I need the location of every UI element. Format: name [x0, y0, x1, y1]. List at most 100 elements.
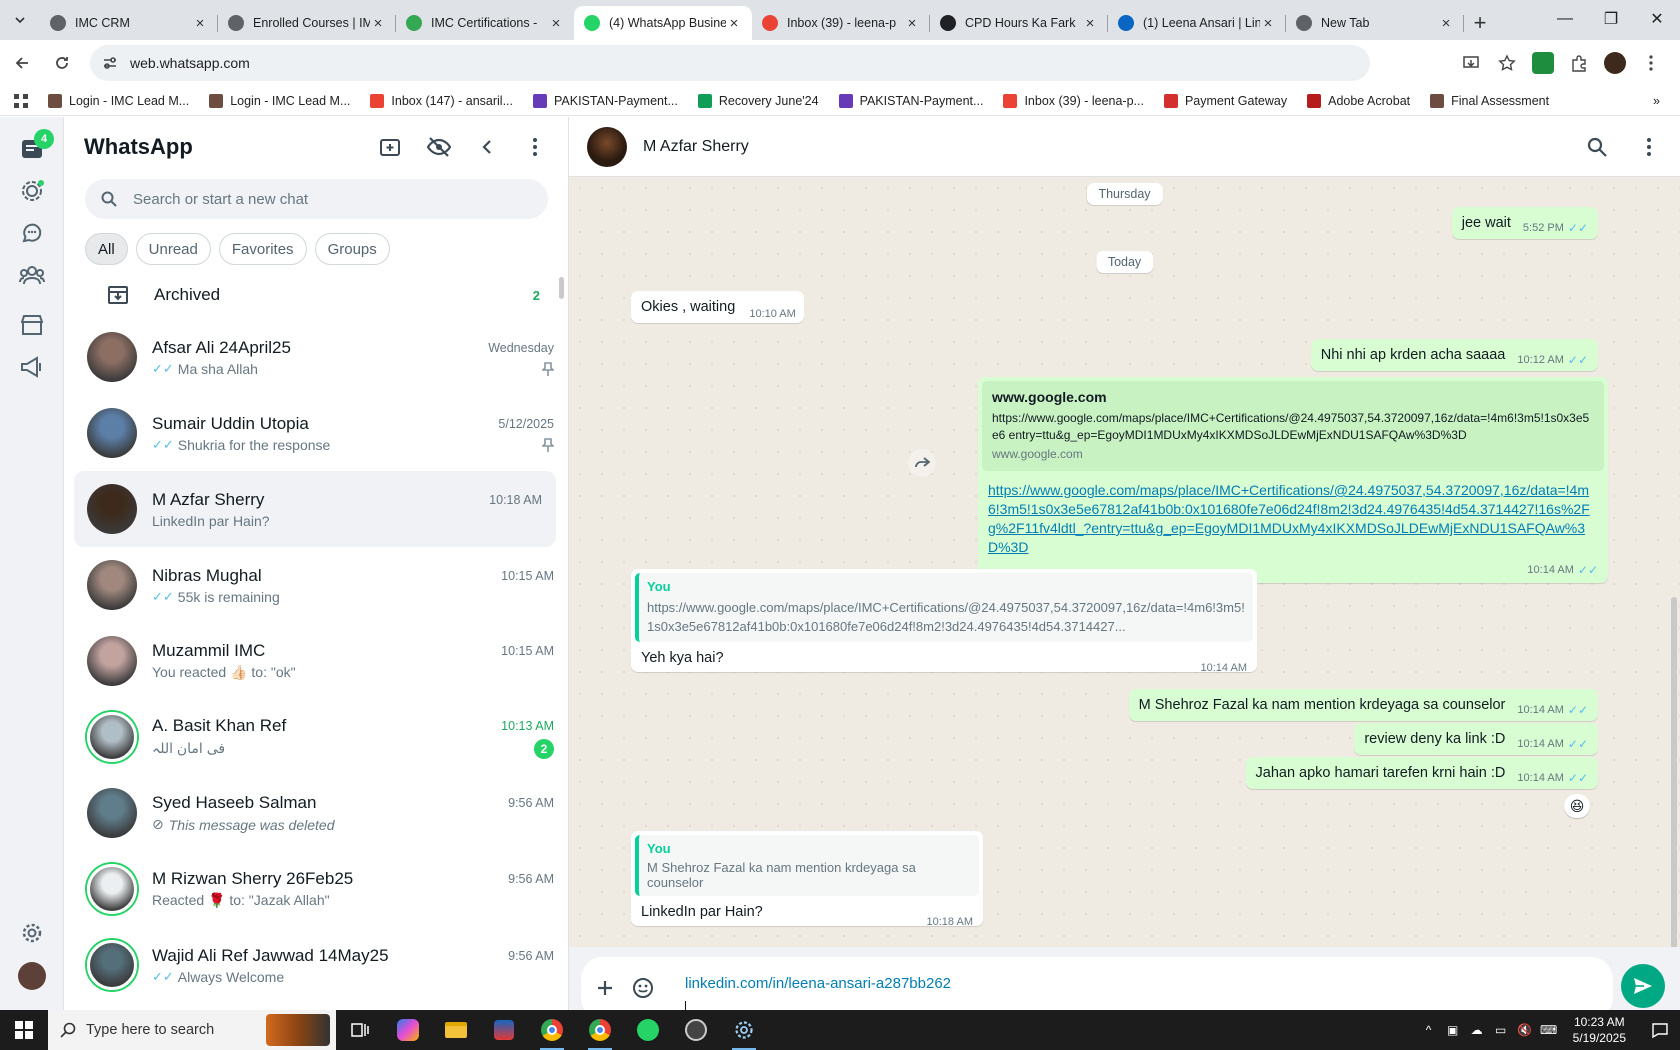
new-chat-icon[interactable] [378, 134, 404, 160]
chat-avatar[interactable] [87, 788, 137, 838]
status-icon[interactable] [18, 177, 46, 205]
quoted-message[interactable]: You M Shehroz Fazal ka nam mention krdey… [635, 835, 979, 896]
message-bubble-outgoing[interactable]: Nhi nhi ap krden acha saaaa 10:12 AM ✓✓ [1310, 339, 1598, 371]
conversation-header[interactable]: M Azfar Sherry [569, 117, 1680, 177]
task-view-icon[interactable] [336, 1010, 384, 1050]
address-bar[interactable]: web.whatsapp.com [90, 45, 1370, 81]
chat-list-item[interactable]: Wajid Ali Ref Jawwad 14May25 9:56 AM ✓✓ Alw… [64, 927, 568, 1003]
browser-tab[interactable]: (1) Leena Ansari | Lin × [1108, 6, 1286, 40]
meet-now-icon[interactable]: ▣ [1441, 1023, 1465, 1037]
tab-close-icon[interactable]: × [548, 15, 564, 32]
bookmark-item[interactable]: Adobe Acrobat [1307, 93, 1410, 108]
bookmark-item[interactable]: PAKISTAN-Payment... [838, 93, 983, 108]
bookmark-item[interactable]: Login - IMC Lead M... [48, 93, 189, 108]
message-bubble-outgoing[interactable]: M Shehroz Fazal ka nam mention krdeyaga … [1128, 689, 1598, 721]
filter-all[interactable]: All [85, 233, 128, 265]
message-reaction[interactable]: 😆 [1564, 794, 1590, 818]
minimize-button[interactable]: — [1542, 0, 1588, 38]
privacy-eye-off-icon[interactable] [426, 134, 452, 160]
onedrive-cloud-icon[interactable]: ☁ [1465, 1023, 1489, 1037]
search-messages-icon[interactable] [1584, 134, 1610, 160]
send-button[interactable] [1621, 964, 1665, 1008]
tab-close-icon[interactable]: × [1082, 15, 1098, 32]
close-window-button[interactable]: ✕ [1634, 0, 1680, 38]
tab-search-button[interactable] [0, 0, 40, 40]
apps-grid-icon[interactable] [14, 93, 28, 108]
copilot-icon[interactable] [384, 1010, 432, 1050]
broadcast-megaphone-icon[interactable] [18, 353, 46, 381]
browser-tab[interactable]: IMC CRM × [40, 6, 218, 40]
pinned-app-icon[interactable] [480, 1010, 528, 1050]
chat-avatar[interactable] [87, 408, 137, 458]
chat-avatar[interactable] [87, 484, 137, 534]
chat-list-item[interactable]: Muzammil IMC 10:15 AM You reacted 👍🏻 to: "… [64, 623, 568, 699]
chat-list-item[interactable]: Syed Haseeb Salman 9:56 AM ⊘ This message w… [64, 775, 568, 851]
catalog-store-icon[interactable] [18, 311, 46, 339]
communities-icon[interactable] [18, 261, 46, 289]
chat-search-input[interactable]: Search or start a new chat [85, 179, 548, 219]
filter-groups[interactable]: Groups [314, 233, 390, 265]
bookmark-overflow-icon[interactable]: » [1653, 94, 1660, 108]
filter-unread[interactable]: Unread [135, 233, 211, 265]
attach-plus-icon[interactable] [591, 974, 619, 1002]
whatsapp-taskbar-icon[interactable] [624, 1010, 672, 1050]
contact-name[interactable]: M Azfar Sherry [643, 138, 1558, 156]
my-profile-avatar[interactable] [18, 962, 46, 990]
browser-tab[interactable]: Inbox (39) - leena-p × [752, 6, 930, 40]
archived-row[interactable]: Archived 2 [64, 271, 568, 319]
message-bubble-incoming[interactable]: Okies , waiting 10:10 AM [631, 291, 804, 323]
bookmark-item[interactable]: Inbox (147) - ansaril... [370, 93, 513, 108]
tab-close-icon[interactable]: × [1438, 15, 1454, 32]
browser-tab[interactable]: New Tab × [1286, 6, 1464, 40]
reload-button[interactable] [44, 45, 80, 81]
chat-list-item[interactable]: Nibras Mughal 10:15 AM ✓✓ 55k is remaining [64, 547, 568, 623]
restore-button[interactable]: ❐ [1588, 0, 1634, 38]
chrome-second-window-icon[interactable] [576, 1010, 624, 1050]
chat-list-item[interactable]: Afsar Ali 24April25 Wednesday ✓✓ Ma sha All… [64, 319, 568, 395]
profile-avatar-icon[interactable] [1604, 52, 1626, 74]
bookmark-star-icon[interactable] [1496, 52, 1518, 74]
conversation-menu-icon[interactable] [1636, 134, 1662, 160]
tab-close-icon[interactable]: × [1260, 15, 1276, 32]
collapse-chevron-left-icon[interactable] [474, 134, 500, 160]
message-link[interactable]: https://www.google.com/maps/place/IMC+Ce… [988, 481, 1598, 557]
chat-list-item[interactable]: M Azfar Sherry 10:18 AM LinkedIn par Hain? [74, 471, 556, 547]
message-bubble-reply[interactable]: You M Shehroz Fazal ka nam mention krdey… [631, 831, 983, 928]
taskbar-clock[interactable]: 10:23 AM 5/19/2025 [1573, 1014, 1626, 1046]
composer-text[interactable]: linkedin.com/in/leena-ansari-a287bb262 [685, 975, 951, 992]
taskbar-search-box[interactable]: Type here to search [48, 1010, 336, 1050]
chat-avatar[interactable] [87, 332, 137, 382]
browser-tab[interactable]: CPD Hours Ka Fark × [930, 6, 1108, 40]
install-app-icon[interactable] [1460, 52, 1482, 74]
message-bubble-reply[interactable]: You https://www.google.com/maps/place/IM… [631, 569, 1257, 674]
chat-avatar[interactable] [87, 636, 137, 686]
message-bubble-outgoing[interactable]: jee wait 5:52 PM ✓✓ [1451, 207, 1598, 239]
message-bubble-outgoing[interactable]: review deny ka link :D 10:14 AM ✓✓ [1354, 723, 1598, 755]
clock-app-icon[interactable] [672, 1010, 720, 1050]
menu-kebab-icon[interactable] [522, 134, 548, 160]
quoted-message[interactable]: You https://www.google.com/maps/place/IM… [635, 573, 1253, 642]
channels-icon[interactable] [18, 219, 46, 247]
notifications-icon[interactable] [1640, 1022, 1680, 1038]
bookmark-item[interactable]: Recovery June'24 [697, 93, 819, 108]
bookmark-item[interactable]: Inbox (39) - leena-p... [1003, 93, 1144, 108]
message-bubble-link[interactable]: www.google.com https://www.google.com/ma… [978, 377, 1608, 583]
browser-menu-icon[interactable] [1640, 52, 1662, 74]
chat-avatar[interactable] [87, 560, 137, 610]
tab-close-icon[interactable]: × [904, 15, 920, 32]
browser-tab[interactable]: (4) WhatsApp Business× [574, 6, 752, 40]
filter-favorites[interactable]: Favorites [218, 233, 307, 265]
chat-avatar[interactable] [87, 712, 137, 762]
tab-close-icon[interactable]: × [726, 15, 742, 32]
browser-tab[interactable]: Enrolled Courses | IMC × [218, 6, 396, 40]
chat-list-item[interactable]: Sumair Uddin Utopia 5/12/2025 ✓✓ Shukria fo… [64, 395, 568, 471]
bookmark-item[interactable]: Login - IMC Lead M... [209, 93, 350, 108]
sticker-emoji-icon[interactable] [629, 974, 657, 1002]
link-preview-card[interactable]: www.google.com https://www.google.com/ma… [982, 381, 1604, 471]
network-icon[interactable]: ▭ [1489, 1023, 1513, 1037]
contact-avatar[interactable] [587, 126, 627, 167]
bookmark-item[interactable]: Payment Gateway [1163, 93, 1287, 108]
settings-gear-icon[interactable] [18, 919, 46, 947]
extension-green-icon[interactable] [1532, 52, 1554, 74]
message-bubble-outgoing[interactable]: Jahan apko hamari tarefen krni hain :D 1… [1245, 757, 1598, 789]
